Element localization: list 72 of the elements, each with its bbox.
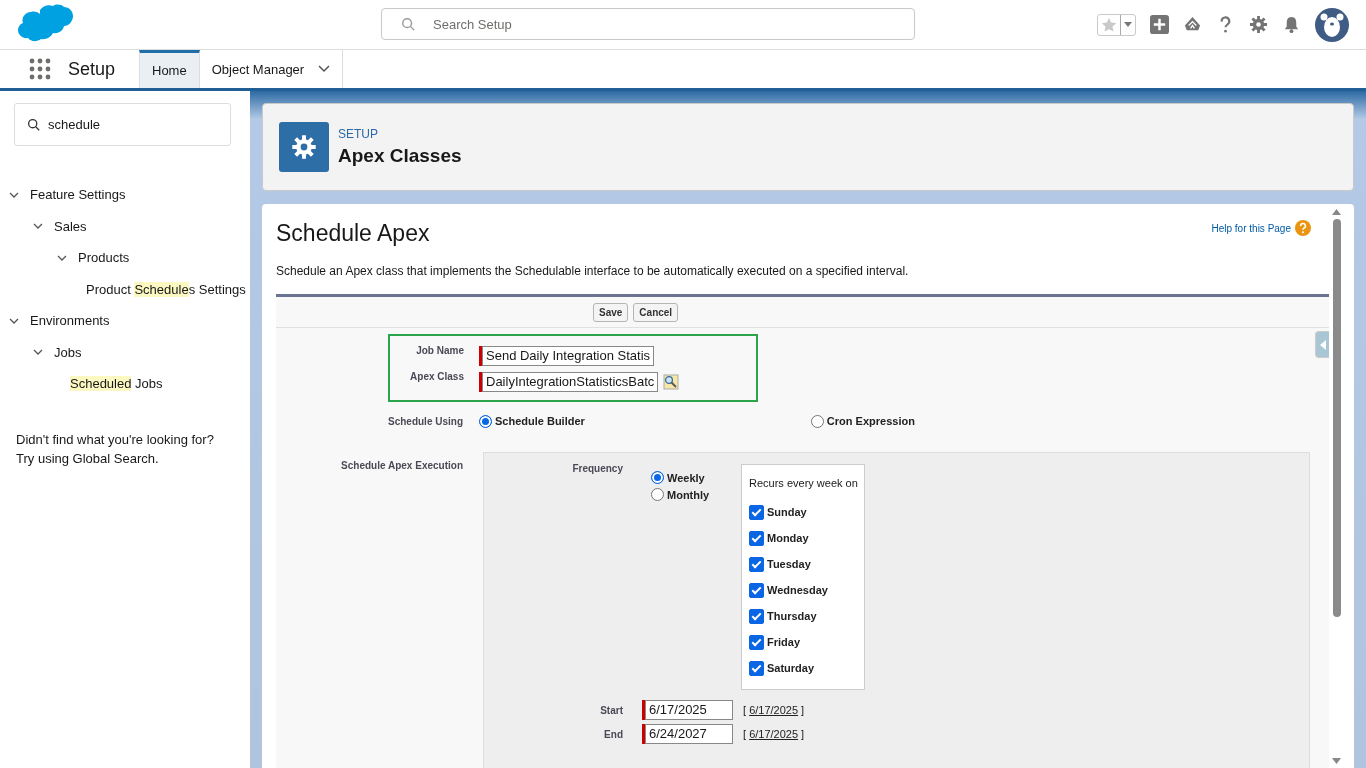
chevron-icon[interactable] (318, 65, 331, 73)
field-label: Schedule Using (387, 415, 463, 427)
app-launcher-icon[interactable] (29, 58, 51, 80)
tree-item[interactable]: Products (78, 250, 130, 266)
radio-label: Monthly (667, 488, 710, 501)
checkbox[interactable] (749, 634, 764, 650)
search-icon (27, 118, 40, 131)
date-field[interactable]: 6/24/2027 (645, 724, 733, 744)
radio-label: Schedule Builder (495, 415, 585, 427)
scroll-up-icon[interactable] (1332, 209, 1341, 215)
radio-button[interactable] (810, 414, 824, 428)
settings-icon[interactable] (1249, 15, 1268, 34)
date-shortcut: [ 6/17/2025 ] (743, 728, 805, 740)
search-field[interactable]: Search Setup (381, 8, 915, 40)
checkbox[interactable] (749, 556, 764, 572)
input-field[interactable]: Send Daily Integration Statis (482, 346, 655, 366)
radio-button[interactable] (651, 471, 664, 484)
nav-tab[interactable]: Object Manager (199, 50, 344, 88)
description: Schedule an Apex class that implements the Schedulable interface to be automatically executed on a specified interval. (276, 264, 910, 278)
radio-button[interactable] (651, 488, 664, 501)
tree-item[interactable]: Environments (30, 313, 110, 329)
section-title: Schedule Apex (276, 220, 430, 247)
form-button[interactable]: Save (593, 303, 629, 322)
star-icon (1101, 16, 1117, 33)
help-link[interactable]: Help for this Page (1211, 222, 1291, 234)
checkbox[interactable] (749, 504, 764, 520)
bell-icon[interactable] (1282, 15, 1301, 34)
caret-icon (1124, 21, 1132, 28)
radio-label: Weekly (667, 471, 705, 484)
today-link[interactable]: 6/17/2025 (749, 704, 799, 716)
field-label: Frequency (571, 463, 623, 474)
checkbox-label: Friday (767, 636, 800, 648)
checkbox-label: Wednesday (767, 584, 828, 596)
field-label: Apex Class (409, 371, 464, 382)
checkbox[interactable] (749, 608, 764, 624)
date-field[interactable]: 6/17/2025 (645, 700, 733, 720)
help-note: Didn't find what you're looking for? Try using Global Search. (16, 430, 215, 468)
form-button[interactable]: Cancel (633, 303, 679, 322)
checkbox[interactable] (749, 582, 764, 598)
nav-tab[interactable]: Home (139, 50, 200, 88)
checkbox-label: Tuesday (767, 558, 811, 570)
tree-item[interactable]: Sales (54, 218, 87, 234)
tree-item[interactable]: Feature Settings (30, 187, 126, 203)
today-link[interactable]: 6/17/2025 (749, 728, 799, 740)
plus-icon[interactable] (1150, 15, 1169, 34)
input-field[interactable]: DailyIntegrationStatisticsBatc (482, 372, 659, 392)
field-label: Schedule Apex Execution (340, 460, 463, 471)
radio-label: Cron Expression (826, 415, 915, 427)
scroll-thumb[interactable] (1332, 219, 1341, 617)
checkbox-label: Thursday (767, 610, 817, 622)
field-label: Start (599, 704, 623, 716)
checkbox-label: Sunday (767, 506, 807, 518)
tree-item[interactable]: Jobs (54, 344, 82, 360)
avatar-icon[interactable] (1315, 7, 1349, 42)
gear-icon (279, 122, 329, 172)
radio-button[interactable] (479, 414, 492, 428)
field-label: End (603, 728, 623, 740)
app-name: Setup (68, 59, 117, 81)
search-field[interactable]: schedule (14, 103, 231, 146)
page-title: Apex Classes (338, 145, 462, 167)
checkbox[interactable] (749, 530, 764, 546)
checkbox-label: Saturday (767, 662, 815, 674)
checkbox-label: Monday (767, 532, 809, 544)
panel-title: Recurs every week on (749, 477, 858, 489)
field-label: Job Name (415, 345, 464, 356)
date-shortcut: [ 6/17/2025 ] (743, 704, 805, 716)
checkbox[interactable] (749, 660, 764, 676)
search-icon (401, 17, 415, 31)
breadcrumb-label: SETUP (338, 127, 379, 141)
scroll-down-icon[interactable] (1332, 758, 1341, 764)
lookup-icon[interactable] (663, 374, 680, 390)
tree-item[interactable]: Product Schedules Settings (86, 281, 246, 297)
